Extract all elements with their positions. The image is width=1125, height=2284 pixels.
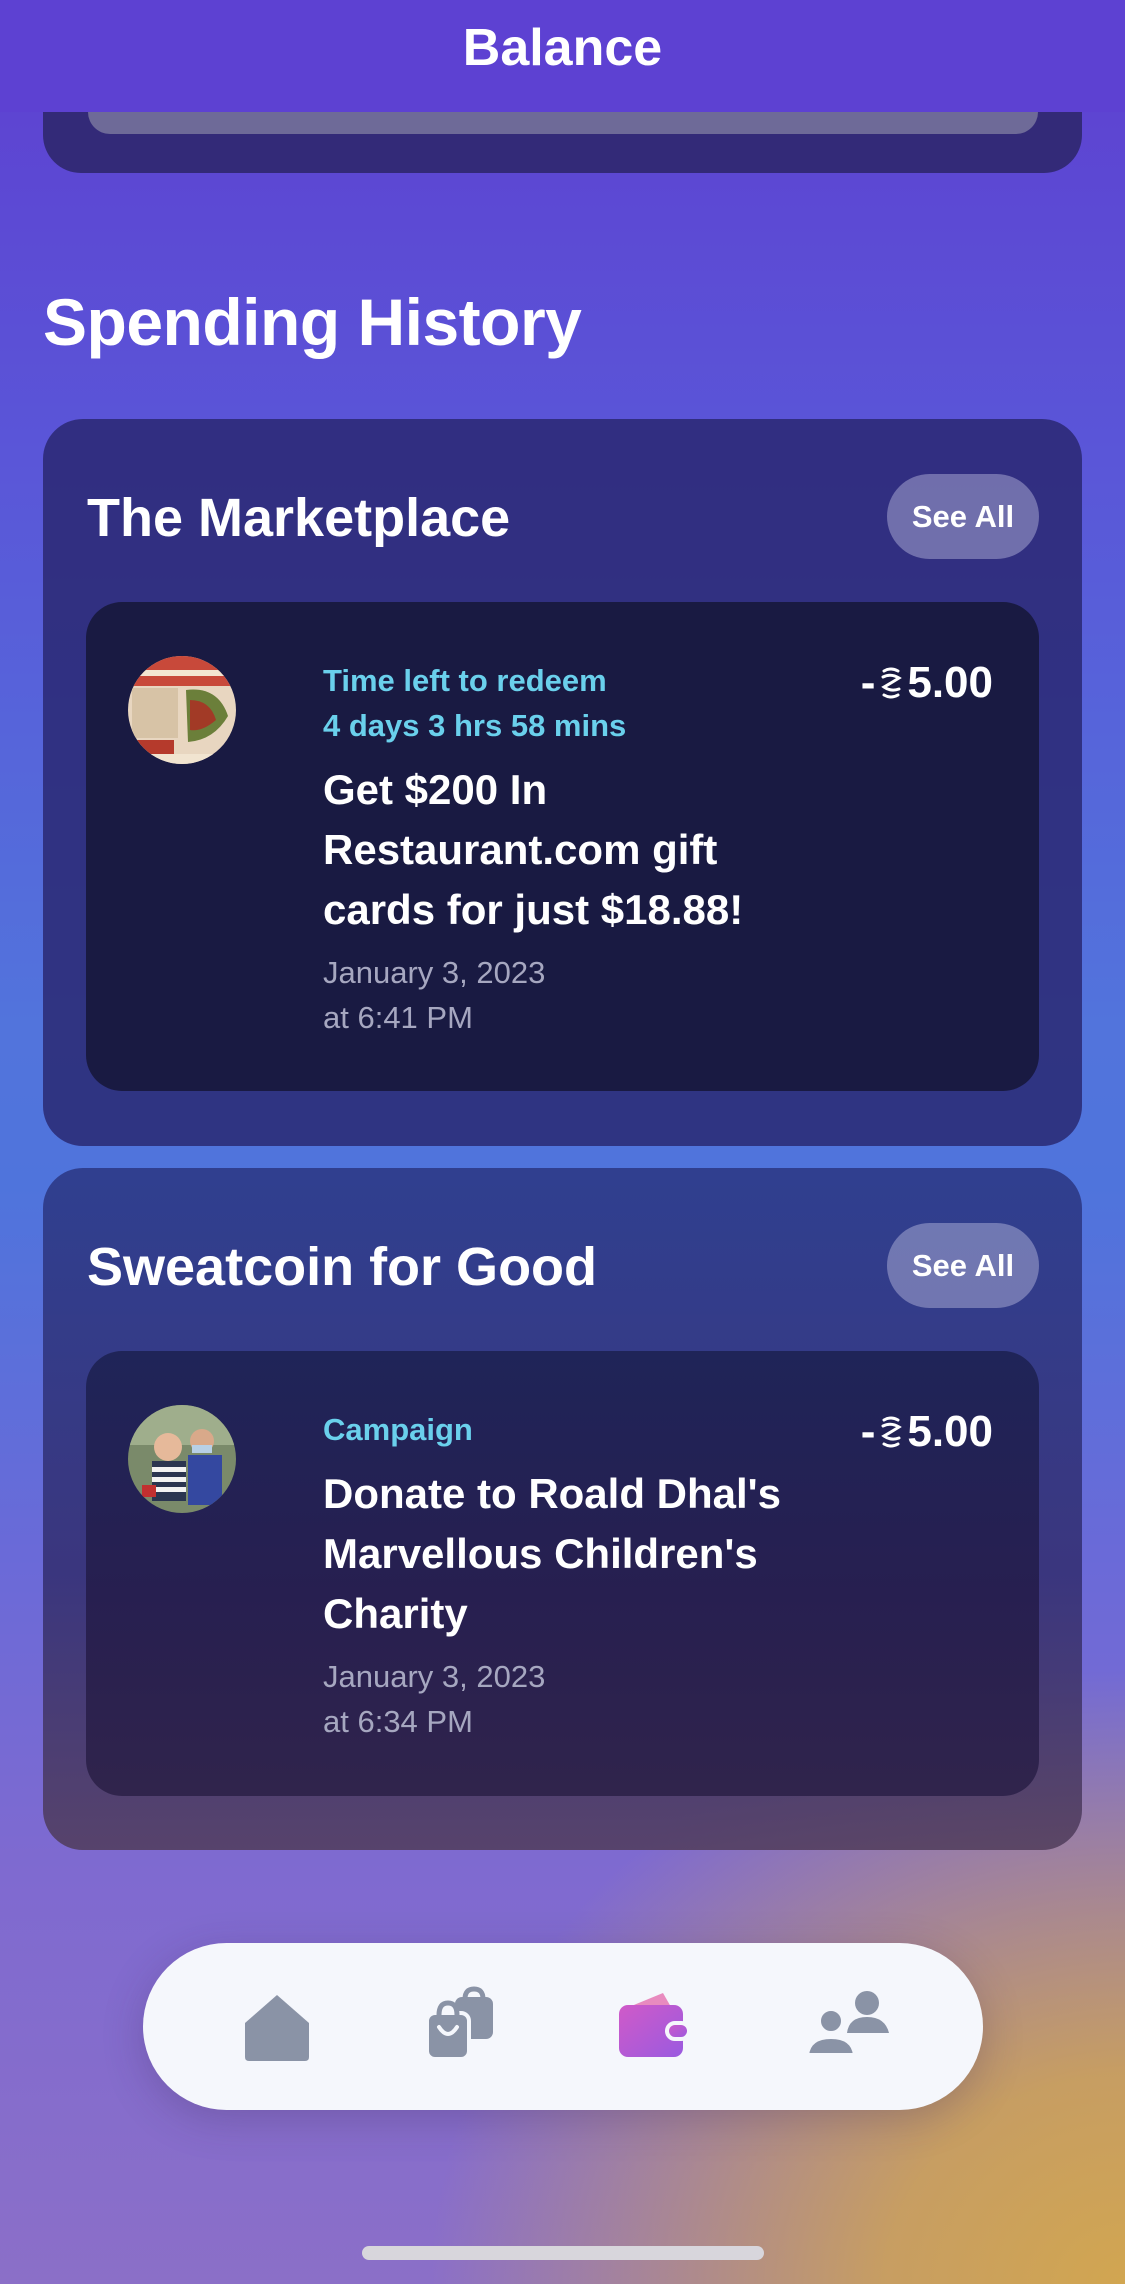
date-line: January 3, 2023 [323, 955, 546, 990]
charity-item-title: Donate to Roald Dhal's Marvellous Childr… [323, 1470, 782, 1637]
time-left-value: 4 days 3 hrs 58 mins [323, 708, 627, 743]
marketplace-title: The Marketplace [87, 488, 511, 548]
restaurant-gift-card-thumbnail [128, 656, 236, 764]
bottom-nav [143, 1943, 983, 2110]
sweatcoin-for-good-title: Sweatcoin for Good [87, 1237, 598, 1297]
time-line: at 6:41 PM [323, 1000, 473, 1035]
marketplace-item-text: Time left to redeem 4 days 3 hrs 58 mins… [323, 658, 783, 1040]
page-title: Balance [462, 19, 663, 77]
charity-amount: - 5.00 [861, 1407, 993, 1457]
marketplace-panel: The Marketplace See All Time left to red… [43, 419, 1082, 1146]
shopping-bag-icon [425, 1986, 493, 2061]
amount-sign: - [860, 658, 876, 707]
wallet-icon [619, 1993, 691, 2057]
charity-campaign-photo [128, 1405, 236, 1513]
people-icon [804, 1991, 889, 2057]
sweatcoin-for-good-panel: Sweatcoin for Good See All Campaign Dona… [43, 1168, 1082, 1850]
nav-shop[interactable] [419, 1983, 503, 2067]
charity-transaction-card[interactable]: Campaign Donate to Roald Dhal's Marvello… [86, 1351, 1039, 1796]
amount-sign: - [860, 1407, 876, 1456]
marketplace-item-date: January 3, 2023 at 6:41 PM [323, 950, 783, 1040]
marketplace-item-title: Get $200 In Restaurant.com gift cards fo… [323, 766, 744, 933]
nav-home[interactable] [235, 1983, 319, 2067]
nav-wallet[interactable] [611, 1983, 695, 2067]
time-line: at 6:34 PM [323, 1704, 473, 1739]
home-icon [245, 1995, 309, 2061]
sweatcoin-for-good-see-all-button[interactable]: See All [887, 1223, 1039, 1308]
date-line: January 3, 2023 [323, 1659, 546, 1694]
sweatcoin-icon [881, 667, 903, 699]
sweatcoin-icon [881, 1416, 903, 1448]
spending-history-title: Spending History [43, 285, 582, 359]
marketplace-see-all-button[interactable]: See All [887, 474, 1039, 559]
marketplace-transaction-card[interactable]: Time left to redeem 4 days 3 hrs 58 mins… [86, 602, 1039, 1091]
time-left-label: Time left to redeem [323, 663, 607, 698]
amount-value: 5.00 [907, 658, 993, 707]
amount-value: 5.00 [907, 1407, 993, 1456]
campaign-label: Campaign [323, 1412, 473, 1447]
charity-item-date: January 3, 2023 at 6:34 PM [323, 1654, 783, 1744]
header: Balance [0, 0, 1125, 112]
balance-progress-bar [88, 112, 1038, 134]
marketplace-amount: - 5.00 [861, 658, 993, 708]
charity-item-text: Campaign Donate to Roald Dhal's Marvello… [323, 1407, 783, 1744]
nav-friends[interactable] [797, 1983, 889, 2067]
home-indicator[interactable] [362, 2246, 764, 2260]
